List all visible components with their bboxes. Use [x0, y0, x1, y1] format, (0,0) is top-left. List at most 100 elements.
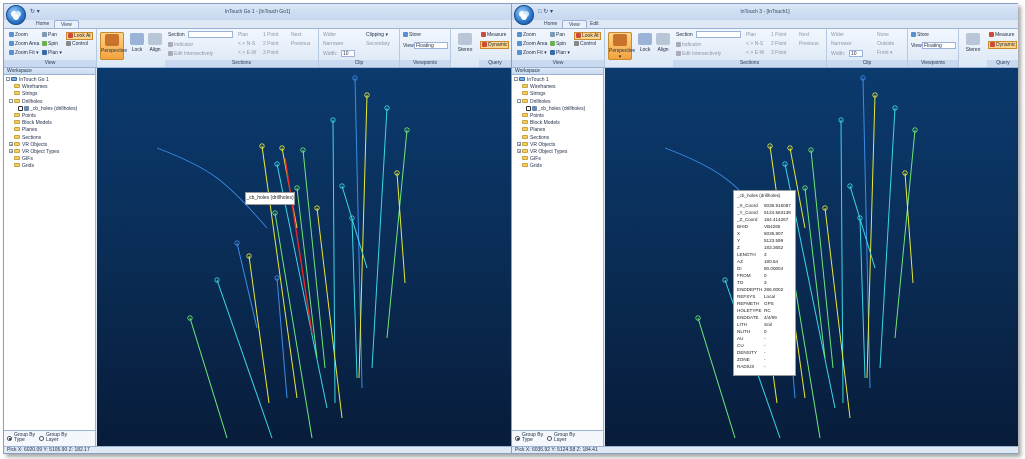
group-by-type-radio[interactable] [7, 436, 12, 441]
3d-viewport[interactable] [605, 68, 1018, 446]
perspective-button[interactable]: Perspective ▾ [608, 32, 635, 60]
drillhole-trace[interactable] [859, 217, 866, 379]
zoom-area-button[interactable]: Zoom Area [9, 41, 39, 47]
tree-item-wireframes[interactable]: Wireframes [514, 84, 585, 91]
dynamic-button[interactable]: Dynamic [988, 41, 1018, 49]
section-dropdown[interactable] [696, 31, 741, 38]
indicator-toggle[interactable]: Indicator [168, 42, 193, 48]
expand-icon[interactable]: + [9, 148, 13, 153]
zoom-button[interactable]: Zoom [517, 32, 536, 38]
three-point-button[interactable]: 3 Point [771, 50, 787, 56]
tree-item-drillholes[interactable]: - Drillholes [514, 98, 585, 106]
store-button[interactable]: Store [911, 32, 929, 38]
3d-viewport[interactable] [97, 68, 511, 446]
collapse-icon[interactable]: - [517, 98, 521, 103]
tree-item-sections[interactable]: Sections [514, 134, 585, 142]
edit-intersectively-toggle[interactable]: Edit Intersectively [168, 51, 213, 57]
wider-button[interactable]: Wider [323, 32, 336, 38]
align-button[interactable]: Align [651, 32, 675, 60]
narrower-button[interactable]: Narrower [323, 41, 344, 47]
narrower-button[interactable]: Narrower [831, 41, 852, 47]
drillhole-trace[interactable] [697, 317, 736, 439]
plan-view-button[interactable]: Plan ▾ [42, 50, 62, 56]
control-button[interactable]: Control [66, 41, 88, 47]
one-point-button[interactable]: 1 Point [263, 32, 279, 38]
look-at-button[interactable]: Look At [574, 32, 601, 40]
tree-item-gifs[interactable]: GIFs [6, 156, 77, 163]
zoom-fit-button[interactable]: Zoom Fit ▾ [517, 50, 547, 56]
ns-button[interactable]: < > N-S [238, 41, 255, 47]
tree-item-points[interactable]: Points [6, 112, 77, 120]
zoom-button[interactable]: Zoom [9, 32, 28, 38]
indicator-toggle[interactable]: Indicator [676, 42, 701, 48]
previous-button[interactable]: Previous [291, 41, 310, 47]
ew-button[interactable]: < > E-W [746, 50, 764, 56]
view-dropdown[interactable]: Floating [414, 42, 448, 49]
tree-item-grids[interactable]: Grids [514, 163, 585, 170]
quick-access-toolbar[interactable]: ↻ ▾ [30, 8, 40, 15]
edit-intersectively-toggle[interactable]: Edit Intersectively [676, 51, 721, 57]
spin-button[interactable]: Spin [550, 41, 566, 47]
drillhole-trace[interactable] [358, 94, 368, 379]
front-dropdown[interactable]: Front ▾ [877, 50, 893, 56]
secondary-toggle[interactable]: Secondary [366, 41, 390, 47]
checkbox-icon[interactable] [18, 105, 23, 111]
tree-item-vr-objects[interactable]: + VR Objects [514, 141, 585, 149]
tree-item-vr-objects[interactable]: + VR Objects [6, 141, 77, 149]
clipping-dropdown[interactable]: Clipping ▾ [366, 32, 388, 38]
ew-button[interactable]: < > E-W [238, 50, 256, 56]
align-button[interactable]: Align [143, 32, 167, 60]
view-dropdown[interactable]: Floating [922, 42, 956, 49]
tree-item-strings[interactable]: Strings [514, 91, 585, 98]
tree-item-planes[interactable]: Planes [6, 127, 77, 134]
checkbox-icon[interactable] [526, 105, 531, 111]
next-button[interactable]: Next [291, 32, 301, 38]
tree-item-planes[interactable]: Planes [514, 127, 585, 134]
two-point-button[interactable]: 2 Point [263, 41, 279, 47]
drillhole-trace[interactable] [296, 187, 318, 359]
three-point-button[interactable]: 3 Point [263, 50, 279, 56]
two-point-button[interactable]: 2 Point [771, 41, 787, 47]
section-dropdown[interactable] [188, 31, 233, 38]
app-menu-orb[interactable] [6, 5, 26, 25]
stereo-button[interactable]: Stereo [961, 32, 985, 60]
tree-item-sections[interactable]: Sections [6, 134, 77, 142]
drillhole-trace[interactable] [351, 217, 358, 379]
tree-item-wireframes[interactable]: Wireframes [6, 84, 77, 91]
drillhole-trace[interactable] [894, 129, 916, 339]
width-spinner[interactable]: 10 [341, 50, 355, 57]
pan-button[interactable]: Pan [42, 32, 57, 38]
drillhole-trace[interactable] [879, 107, 896, 369]
drillhole-trace[interactable] [189, 317, 228, 439]
ns-button[interactable]: < > N-S [746, 41, 763, 47]
drillhole-trace[interactable] [216, 279, 273, 439]
drillhole-trace[interactable] [316, 207, 343, 419]
none-toggle[interactable]: None [877, 32, 889, 38]
drillhole-trace[interactable] [824, 207, 851, 419]
selected-drillhole-trace[interactable] [284, 157, 313, 334]
next-button[interactable]: Next [799, 32, 809, 38]
drillhole-trace[interactable] [804, 187, 826, 359]
expand-icon[interactable]: + [517, 141, 521, 146]
collapse-icon[interactable]: - [514, 77, 518, 82]
collapse-icon[interactable]: - [6, 77, 10, 82]
look-at-button[interactable]: Look At [66, 32, 93, 40]
outside-toggle[interactable]: Outside [877, 41, 894, 47]
app-menu-orb[interactable] [514, 5, 534, 25]
curved-drillhole-trace[interactable] [156, 147, 268, 229]
dynamic-button[interactable]: Dynamic [480, 41, 510, 49]
tree-root[interactable]: - InTouch 1 [514, 77, 585, 84]
one-point-button[interactable]: 1 Point [771, 32, 787, 38]
group-by-layer-radio[interactable] [547, 436, 552, 441]
tree-item-cb-holes[interactable]: _cb_holes (drillholes) [6, 105, 77, 113]
tree-item-strings[interactable]: Strings [6, 91, 77, 98]
tree-item-cb-holes[interactable]: _cb_holes (drillholes) [514, 105, 585, 113]
drillhole-scene[interactable] [97, 68, 511, 439]
measure-button[interactable]: Measure [989, 32, 1014, 38]
quick-access-toolbar[interactable]: □ ↻ ▾ [538, 8, 553, 15]
tree-item-vr-object-types[interactable]: + VR Object Types [6, 148, 77, 156]
control-button[interactable]: Control [574, 41, 596, 47]
previous-button[interactable]: Previous [799, 41, 818, 47]
zoom-fit-button[interactable]: Zoom Fit ▾ [9, 50, 39, 56]
tree-item-gifs[interactable]: GIFs [514, 156, 585, 163]
